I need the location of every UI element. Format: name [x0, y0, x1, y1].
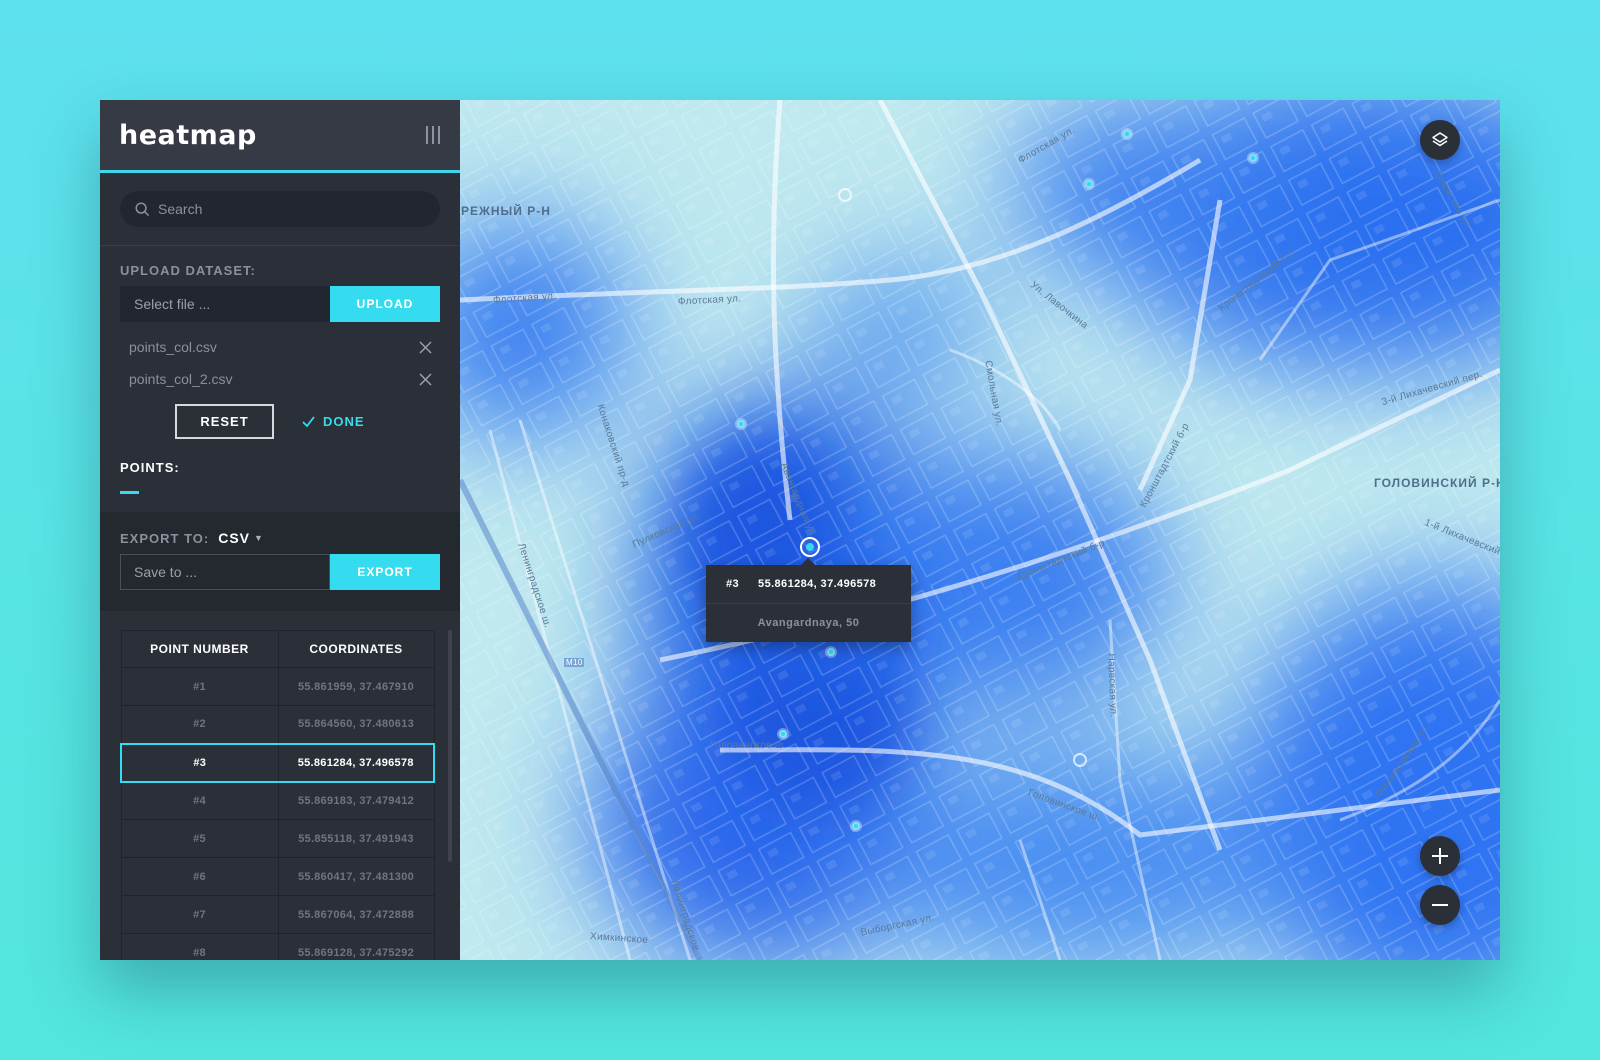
layers-button[interactable] [1420, 120, 1460, 160]
points-label: POINTS: [120, 460, 180, 475]
table-row[interactable]: #1 55.861959, 37.467910 [120, 667, 435, 706]
file-item: points_col.csv [120, 331, 440, 363]
points-underline [120, 491, 139, 494]
points-table-section: POINT NUMBER COORDINATES #1 55.861959, 37… [100, 611, 460, 960]
app-logo: heatmap [119, 119, 257, 151]
menu-icon[interactable] [426, 126, 440, 144]
table-row[interactable]: #6 55.860417, 37.481300 [120, 857, 435, 896]
search-input[interactable] [158, 201, 398, 217]
export-label: EXPORT TO: [120, 530, 210, 546]
export-section: EXPORT TO: CSV ▼ Save to ... EXPORT [100, 512, 460, 611]
tooltip-header: #3 55.861284, 37.496578 [706, 565, 911, 604]
sidebar: heatmap UPLOAD DATASET: Select file ... … [100, 100, 460, 960]
location-pin-icon[interactable] [799, 536, 821, 558]
upload-label: UPLOAD DATASET: [120, 263, 256, 278]
coordinates-cell: 55.861284, 37.496578 [277, 742, 435, 783]
export-button[interactable]: EXPORT [330, 554, 440, 590]
heatmap-layer [460, 100, 1500, 960]
coordinates-cell: 55.855118, 37.491943 [277, 819, 435, 858]
coordinates-cell: 55.860417, 37.481300 [277, 857, 435, 896]
export-format-value: CSV [218, 530, 251, 546]
point-tooltip: #3 55.861284, 37.496578 Avangardnaya, 50 [706, 558, 911, 642]
column-header-number: POINT NUMBER [120, 630, 279, 668]
table-row[interactable]: #7 55.867064, 37.472888 [120, 895, 435, 934]
coordinates-cell: 55.861959, 37.467910 [277, 667, 435, 706]
map-label: ГОЛОВИНСКИЙ Р-Н [1374, 476, 1500, 490]
table-row[interactable]: #8 55.869128, 37.475292 [120, 933, 435, 960]
table-row[interactable]: #5 55.855118, 37.491943 [120, 819, 435, 858]
map-label: Нарвская ул. [1105, 653, 1119, 718]
upload-button[interactable]: UPLOAD [330, 286, 440, 322]
reset-button[interactable]: RESET [175, 404, 274, 439]
point-number-cell: #4 [120, 781, 279, 820]
search-section [100, 173, 460, 246]
map-area[interactable]: РЕЖНЫЙ Р-Н Флотская ул. Флотская ул. ГОЛ… [460, 100, 1500, 960]
tooltip-point-number: #3 [726, 578, 740, 590]
search-box[interactable] [120, 191, 440, 227]
map-label: Головинское ш. [710, 740, 787, 751]
upload-actions: RESET DONE [120, 404, 440, 439]
file-item: points_col_2.csv [120, 363, 440, 395]
upload-row: Select file ... UPLOAD [120, 286, 440, 322]
done-button[interactable]: DONE [302, 414, 365, 429]
point-number-cell: #3 [120, 742, 279, 783]
point-number-cell: #1 [120, 667, 279, 706]
file-list: points_col.csv points_col_2.csv [120, 331, 440, 395]
coordinates-cell: 55.869183, 37.479412 [277, 781, 435, 820]
sidebar-header: heatmap [100, 100, 460, 173]
table-row[interactable]: #3 55.861284, 37.496578 [120, 742, 435, 783]
coordinates-cell: 55.869128, 37.475292 [277, 933, 435, 960]
minus-icon [1432, 904, 1448, 906]
export-row: Save to ... EXPORT [120, 554, 440, 590]
table-scrollbar[interactable] [448, 630, 452, 862]
layers-icon [1432, 132, 1448, 147]
done-label: DONE [323, 414, 365, 429]
table-row[interactable]: #2 55.864560, 37.480613 [120, 705, 435, 744]
file-name: points_col_2.csv [129, 371, 233, 387]
select-file-field[interactable]: Select file ... [120, 286, 330, 322]
map-label: РЕЖНЫЙ Р-Н [461, 204, 551, 218]
coordinates-cell: 55.867064, 37.472888 [277, 895, 435, 934]
export-header: EXPORT TO: CSV ▼ [120, 530, 440, 546]
tooltip-coordinates: 55.861284, 37.496578 [758, 578, 877, 590]
close-icon[interactable] [419, 372, 432, 386]
point-number-cell: #6 [120, 857, 279, 896]
point-number-cell: #7 [120, 895, 279, 934]
export-format-select[interactable]: CSV ▼ [218, 530, 264, 546]
point-number-cell: #8 [120, 933, 279, 960]
caret-down-icon: ▼ [254, 533, 264, 543]
upload-section: UPLOAD DATASET: Select file ... UPLOAD p… [100, 263, 460, 494]
map-label: М10 [564, 658, 585, 667]
zoom-out-button[interactable] [1420, 885, 1460, 925]
zoom-in-button[interactable] [1420, 836, 1460, 876]
save-to-field[interactable]: Save to ... [120, 554, 330, 590]
close-icon[interactable] [419, 340, 432, 354]
column-header-coordinates: COORDINATES [277, 630, 435, 668]
file-name: points_col.csv [129, 339, 217, 355]
tooltip-address: Avangardnaya, 50 [757, 617, 860, 629]
search-icon [135, 201, 150, 216]
table-row[interactable]: #4 55.869183, 37.479412 [120, 781, 435, 820]
point-number-cell: #5 [120, 819, 279, 858]
points-table: POINT NUMBER COORDINATES #1 55.861959, 37… [120, 630, 435, 960]
coordinates-cell: 55.864560, 37.480613 [277, 705, 435, 744]
plus-icon [1432, 848, 1448, 864]
check-icon [302, 416, 315, 427]
app-window: heatmap UPLOAD DATASET: Select file ... … [100, 100, 1500, 960]
point-number-cell: #2 [120, 705, 279, 744]
